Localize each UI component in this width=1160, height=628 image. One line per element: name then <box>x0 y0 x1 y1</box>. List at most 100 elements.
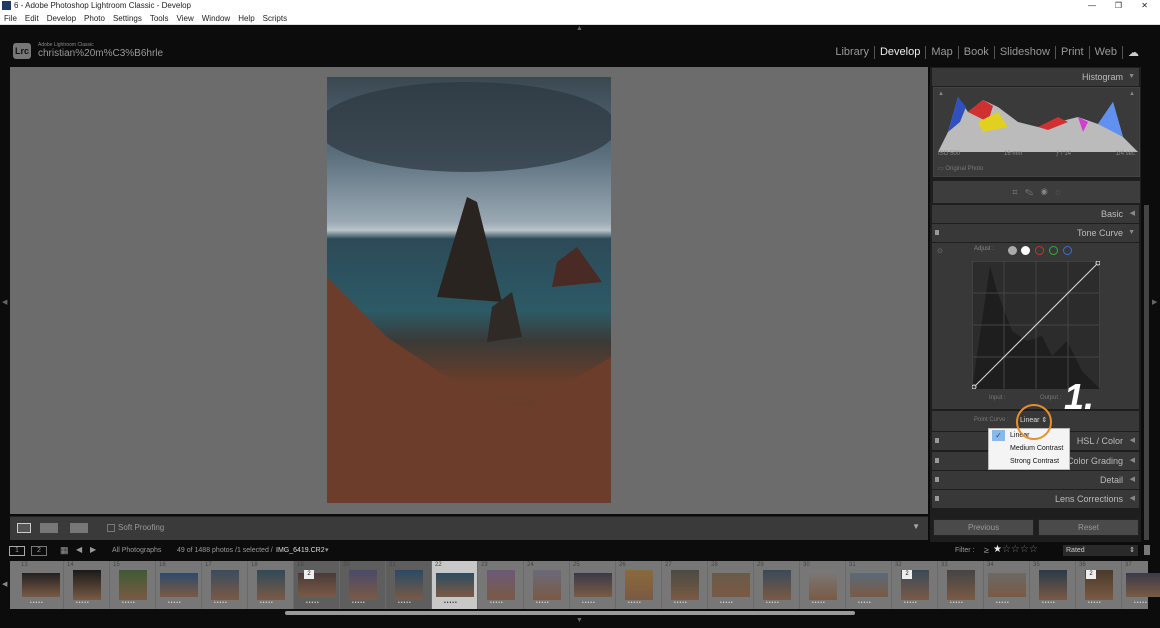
secondary-window-button[interactable]: 2 <box>31 546 47 556</box>
filmstrip-thumbnail[interactable]: 32 ••••• 2 <box>892 561 938 609</box>
option-strong-contrast[interactable]: Strong Contrast <box>989 455 1069 468</box>
filmstrip-thumbnail[interactable]: 29 ••••• <box>754 561 800 609</box>
right-panel-scrollbar[interactable] <box>1144 205 1149 540</box>
menu-scripts[interactable]: Scripts <box>263 14 287 23</box>
targeted-adjustment-icon[interactable]: ⊙ <box>937 247 943 255</box>
menu-view[interactable]: View <box>177 14 194 23</box>
menu-tools[interactable]: Tools <box>150 14 169 23</box>
red-eye-icon[interactable]: ◉ <box>1041 187 1048 197</box>
filmstrip-thumbnail[interactable]: 17 ••••• <box>202 561 248 609</box>
filmstrip-thumbnail[interactable]: 36 ••••• 2 <box>1076 561 1122 609</box>
filmstrip-thumbnail[interactable]: 37 ••••• <box>1122 561 1160 609</box>
minimize-button[interactable]: — <box>1088 0 1096 12</box>
histogram-header[interactable]: Histogram ▼ <box>932 68 1139 86</box>
main-window-button[interactable]: 1 <box>9 546 25 556</box>
menu-settings[interactable]: Settings <box>113 14 142 23</box>
filmstrip-thumbnail[interactable]: 22 ••••• <box>432 561 478 609</box>
blue-channel-icon[interactable] <box>1063 246 1072 255</box>
filmstrip-thumbnail[interactable]: 16 ••••• <box>156 561 202 609</box>
module-web[interactable]: Web <box>1088 46 1122 59</box>
filmstrip-thumbnail[interactable]: 30 ••••• <box>800 561 846 609</box>
left-panel-toggle[interactable]: ◀ <box>2 298 7 306</box>
histogram[interactable]: ▲ ▲ ISO 500 16 mm ƒ / 14 1/4 sec ▭ Origi… <box>933 87 1140 177</box>
module-develop[interactable]: Develop <box>873 46 925 59</box>
filmstrip-thumbnail[interactable]: 21 ••••• <box>386 561 432 609</box>
green-channel-icon[interactable] <box>1049 246 1058 255</box>
filmstrip-thumbnail[interactable]: 35 ••••• <box>1030 561 1076 609</box>
menu-develop[interactable]: Develop <box>47 14 76 23</box>
reset-button[interactable]: Reset <box>1038 519 1139 536</box>
filter-operator[interactable]: ≥ <box>984 545 989 555</box>
soft-proofing-checkbox[interactable] <box>107 524 115 532</box>
filmstrip-thumbnail[interactable]: 25 ••••• <box>570 561 616 609</box>
source-label[interactable]: All Photographs <box>112 547 161 554</box>
red-channel-icon[interactable] <box>1035 246 1044 255</box>
filename[interactable]: IMG_6419.CR2 <box>276 547 325 554</box>
maximize-button[interactable]: ❐ <box>1115 0 1122 12</box>
filmstrip-thumbnail[interactable]: 23 ••••• <box>478 561 524 609</box>
tone-curve-graph[interactable] <box>972 261 1100 389</box>
close-button[interactable]: ✕ <box>1141 0 1148 12</box>
filmstrip-thumbnail[interactable]: 28 ••••• <box>708 561 754 609</box>
menu-file[interactable]: File <box>4 14 17 23</box>
module-slideshow[interactable]: Slideshow <box>993 46 1055 59</box>
forward-arrow-icon[interactable]: ▶ <box>90 545 96 554</box>
menu-help[interactable]: Help <box>238 14 254 23</box>
filmstrip-thumbnail[interactable]: 34 ••••• <box>984 561 1030 609</box>
module-book[interactable]: Book <box>957 46 994 59</box>
stack-badge[interactable]: 2 <box>902 570 912 579</box>
parametric-channel-icon[interactable] <box>1008 246 1017 255</box>
filmstrip-scrollbar[interactable] <box>285 611 855 615</box>
filmstrip-thumbnail[interactable]: 26 ••••• <box>616 561 662 609</box>
filmstrip-bar: 1 2 ▦ ◀ ▶ All Photographs 49 of 1488 pho… <box>0 542 1160 559</box>
shadow-clipping-icon[interactable]: ▲ <box>938 91 944 97</box>
stack-badge[interactable]: 2 <box>1086 570 1096 579</box>
filmstrip-thumbnail[interactable]: 19 ••••• 2 <box>294 561 340 609</box>
filmstrip-thumbnail[interactable]: 31 ••••• <box>846 561 892 609</box>
detail-header[interactable]: Detail ◀ <box>932 471 1139 489</box>
back-arrow-icon[interactable]: ◀ <box>76 545 82 554</box>
grid-view-icon[interactable]: ▦ <box>60 545 69 556</box>
crop-icon[interactable]: ⌗ <box>1012 187 1017 197</box>
menu-edit[interactable]: Edit <box>25 14 39 23</box>
toolbar-menu-icon[interactable]: ▼ <box>912 522 920 531</box>
menu-photo[interactable]: Photo <box>84 14 105 23</box>
masking-icon[interactable]: ◌ <box>1055 187 1060 197</box>
panel-switch-icon[interactable] <box>935 230 939 235</box>
filmstrip-thumbnail[interactable]: 18 ••••• <box>248 561 294 609</box>
bottom-panel-toggle[interactable]: ▼ <box>576 617 583 624</box>
filmstrip-thumbnail[interactable]: 27 ••••• <box>662 561 708 609</box>
rgb-channel-icon[interactable] <box>1021 246 1030 255</box>
filmstrip-thumbnail[interactable]: 24 ••••• <box>524 561 570 609</box>
filter-select[interactable]: Rated ⇕ <box>1063 545 1138 556</box>
filmstrip-thumbnail[interactable]: 15 ••••• <box>110 561 156 609</box>
cloud-icon[interactable]: ☁ <box>1122 46 1144 59</box>
thumbnail-image <box>533 570 561 600</box>
loupe-view-button[interactable] <box>17 523 31 533</box>
top-panel-toggle[interactable]: ▲ <box>576 25 583 32</box>
tone-curve-header[interactable]: Tone Curve ▼ <box>932 224 1139 242</box>
filmstrip-thumbnail[interactable]: 13 ••••• <box>18 561 64 609</box>
module-map[interactable]: Map <box>925 46 957 59</box>
right-panel-toggle[interactable]: ▶ <box>1152 298 1157 306</box>
before-after-button[interactable] <box>40 523 58 533</box>
filmstrip-left-arrow[interactable]: ◀ <box>2 580 7 588</box>
healing-icon[interactable]: ✎ <box>1025 187 1033 197</box>
module-print[interactable]: Print <box>1054 46 1089 59</box>
lens-corrections-header[interactable]: Lens Corrections ◀ <box>932 490 1139 508</box>
option-medium-contrast[interactable]: Medium Contrast <box>989 442 1069 455</box>
filmstrip-thumbnail[interactable]: 20 ••••• <box>340 561 386 609</box>
frame-number: 36 <box>1079 562 1086 568</box>
filmstrip-thumbnail[interactable]: 33 ••••• <box>938 561 984 609</box>
stack-badge[interactable]: 2 <box>304 570 314 579</box>
module-library[interactable]: Library <box>830 46 874 59</box>
filmstrip-thumbnail[interactable]: 14 ••••• <box>64 561 110 609</box>
highlight-clipping-icon[interactable]: ▲ <box>1129 91 1135 97</box>
filename-dropdown-icon[interactable]: ▾ <box>325 546 329 554</box>
previous-button[interactable]: Previous <box>933 519 1034 536</box>
filter-lock-icon[interactable] <box>1144 545 1150 555</box>
before-after-split-button[interactable] <box>70 523 88 533</box>
star-rating-filter[interactable]: ★☆☆☆☆ <box>993 544 1038 555</box>
basic-panel-header[interactable]: Basic ◀ <box>932 205 1139 223</box>
menu-window[interactable]: Window <box>202 14 230 23</box>
